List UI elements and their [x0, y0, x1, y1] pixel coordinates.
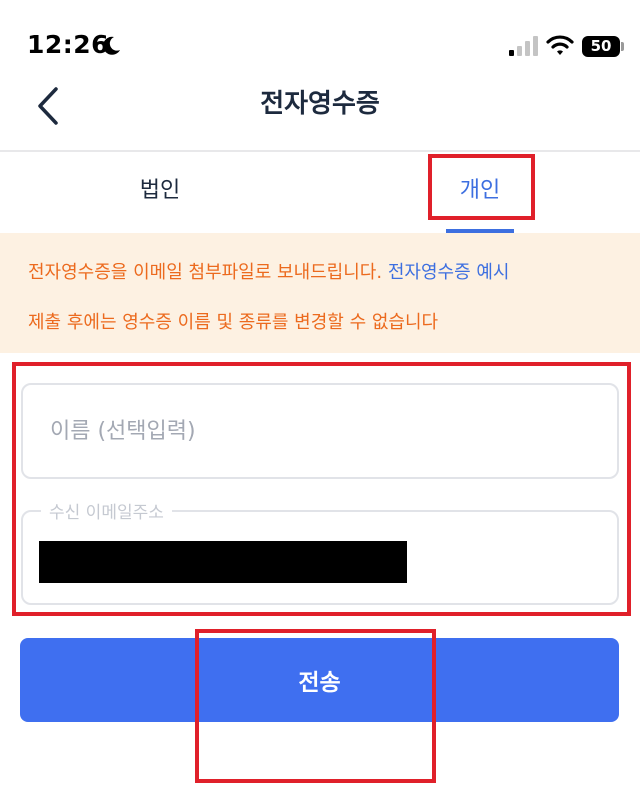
email-field: 수신 이메일주소 [21, 498, 619, 605]
email-input[interactable] [39, 541, 407, 583]
status-bar: 12:26 50 [0, 0, 640, 84]
tab-corporate[interactable]: 법인 [0, 152, 320, 233]
notice-line-1: 전자영수증을 이메일 첨부파일로 보내드립니다. 전자영수증 예시 [28, 258, 509, 284]
notice-text: 전자영수증을 이메일 첨부파일로 보내드립니다. [28, 262, 383, 283]
battery-icon: 50 [582, 36, 620, 57]
name-input[interactable] [21, 383, 619, 479]
battery-nub [621, 42, 624, 51]
page-title: 전자영수증 [260, 89, 380, 119]
status-time: 12:26 [27, 30, 110, 59]
send-button[interactable]: 전송 [20, 638, 619, 722]
email-field-label: 수신 이메일주소 [41, 498, 172, 523]
moon-icon [103, 36, 120, 55]
signal-icon [509, 36, 538, 56]
receipt-example-link[interactable]: 전자영수증 예시 [388, 262, 510, 283]
notice-line-2: 제출 후에는 영수증 이름 및 종류를 변경할 수 없습니다 [28, 312, 439, 333]
nav-bar: 전자영수증 [0, 84, 640, 150]
notice-banner: 전자영수증을 이메일 첨부파일로 보내드립니다. 전자영수증 예시 제출 후에는… [0, 233, 640, 353]
tab-personal[interactable]: 개인 [320, 152, 640, 233]
wifi-icon [546, 35, 574, 55]
tab-bar: 법인 개인 [0, 152, 640, 233]
